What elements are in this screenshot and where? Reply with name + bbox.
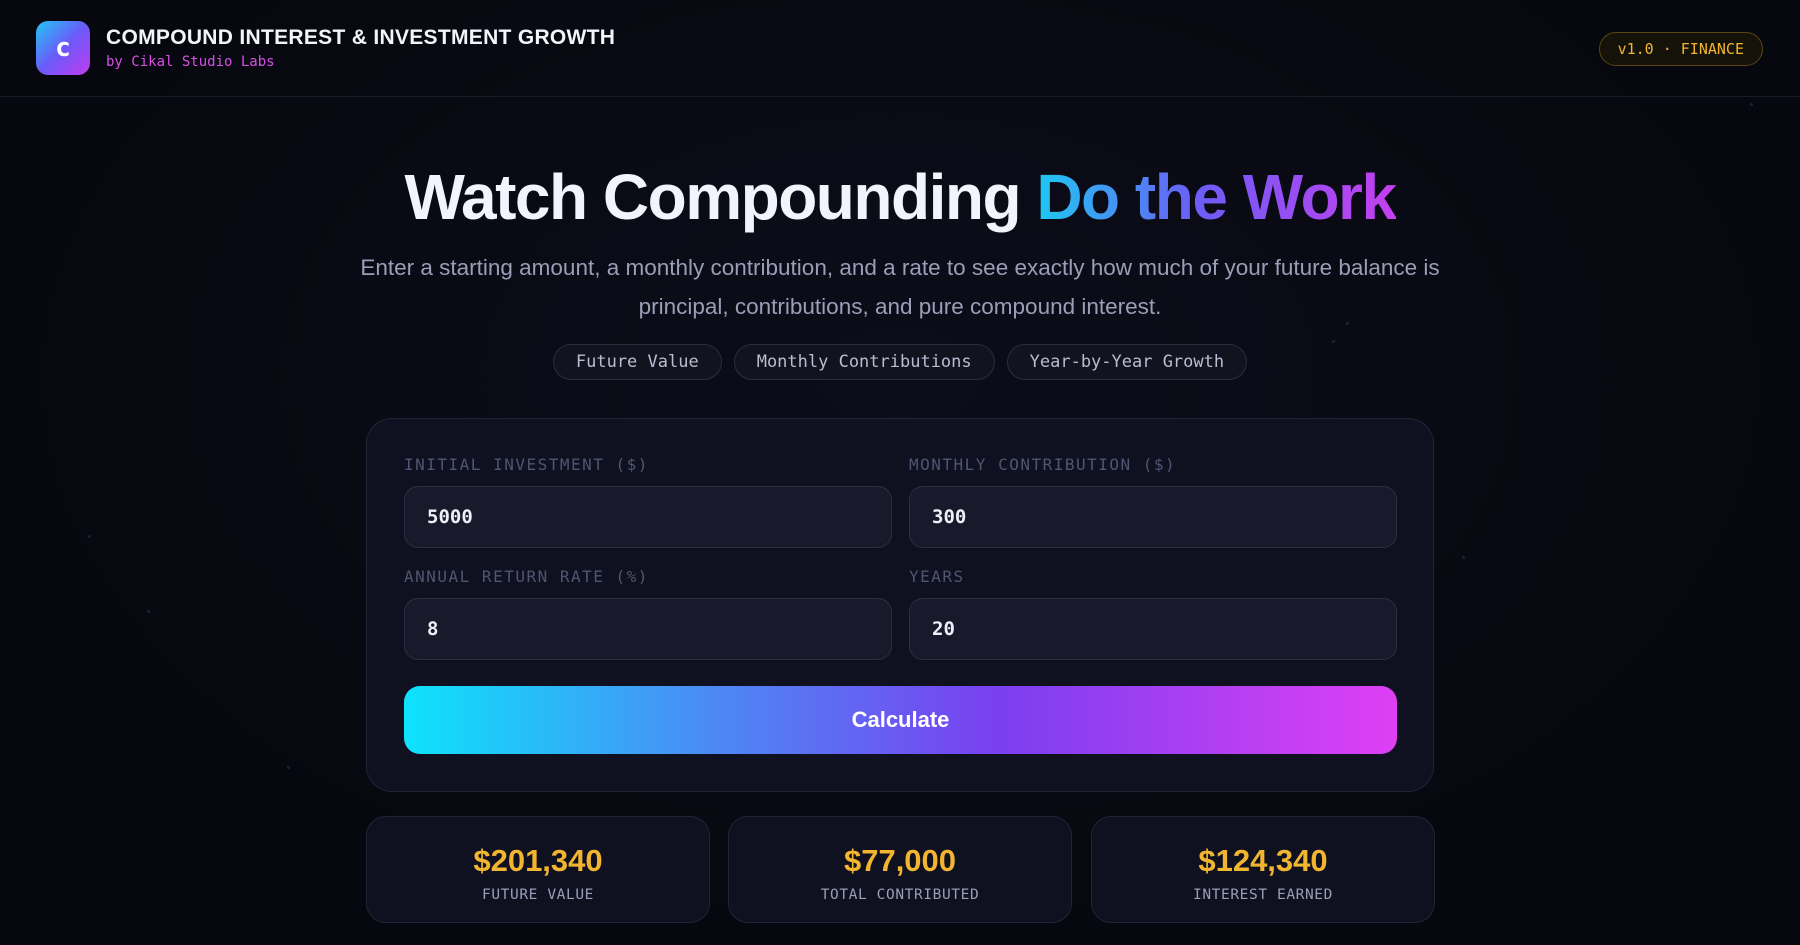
- years-input[interactable]: 20: [909, 598, 1397, 660]
- monthly-contribution-label: MONTHLY CONTRIBUTION ($): [909, 455, 1177, 474]
- total-contributed-amount: $77,000: [843, 843, 957, 878]
- future-value-card: $201,340 FUTURE VALUE: [366, 816, 710, 923]
- hero-title: Watch Compounding Do the Work: [0, 160, 1800, 234]
- background-dot: [1750, 103, 1753, 106]
- monthly-contribution-input[interactable]: 300: [909, 486, 1397, 548]
- total-contributed-card: $77,000 TOTAL CONTRIBUTED: [728, 816, 1072, 923]
- initial-investment-label: INITIAL INVESTMENT ($): [404, 455, 649, 474]
- years-field: YEARS 20: [909, 567, 1397, 660]
- hero-title-highlight: Do the Work: [1036, 161, 1397, 233]
- hero-title-plain: Watch Compounding: [404, 161, 1037, 233]
- years-label: YEARS: [909, 567, 965, 586]
- background-dot: [1332, 340, 1335, 343]
- chip-future-value: Future Value: [552, 344, 722, 380]
- interest-earned-amount: $124,340: [1198, 843, 1328, 878]
- total-contributed-label: TOTAL CONTRIBUTED: [820, 887, 980, 903]
- app-header: c COMPOUND INTEREST & INVESTMENT GROWTH …: [0, 0, 1800, 97]
- hero-description: Enter a starting amount, a monthly contr…: [360, 255, 1440, 319]
- annual-return-rate-label: ANNUAL RETURN RATE (%): [404, 567, 649, 586]
- future-value-label: FUTURE VALUE: [482, 887, 594, 903]
- future-value-amount: $201,340: [473, 843, 603, 878]
- background-dot: [147, 610, 150, 613]
- logo-letter: c: [55, 33, 71, 63]
- app-subtitle: by Cikal Studio Labs: [106, 54, 275, 70]
- initial-investment-input[interactable]: 5000: [404, 486, 892, 548]
- annual-return-rate-field: ANNUAL RETURN RATE (%) 8: [404, 567, 892, 660]
- annual-return-rate-input[interactable]: 8: [404, 598, 892, 660]
- initial-investment-field: INITIAL INVESTMENT ($) 5000: [404, 455, 892, 548]
- monthly-contribution-field: MONTHLY CONTRIBUTION ($) 300: [909, 455, 1397, 548]
- chip-year-by-year-growth: Year-by-Year Growth: [1006, 344, 1248, 380]
- background-dot: [287, 766, 290, 769]
- calculate-button[interactable]: Calculate: [404, 686, 1397, 754]
- feature-chips: Future Value Monthly Contributions Year-…: [0, 344, 1800, 380]
- brand-block: COMPOUND INTEREST & INVESTMENT GROWTH by…: [106, 26, 615, 70]
- app-title: COMPOUND INTEREST & INVESTMENT GROWTH: [106, 26, 616, 49]
- chip-monthly-contributions: Monthly Contributions: [733, 344, 995, 380]
- background-dot: [88, 535, 91, 538]
- background-dot: [1462, 556, 1465, 559]
- version-badge: v1.0 · FINANCE: [1598, 32, 1763, 66]
- interest-earned-label: INTEREST EARNED: [1193, 887, 1333, 903]
- calculator-form: INITIAL INVESTMENT ($) 5000 MONTHLY CONT…: [366, 418, 1434, 792]
- app-logo[interactable]: c: [36, 21, 90, 75]
- page: c COMPOUND INTEREST & INVESTMENT GROWTH …: [0, 0, 1800, 945]
- interest-earned-card: $124,340 INTEREST EARNED: [1091, 816, 1435, 923]
